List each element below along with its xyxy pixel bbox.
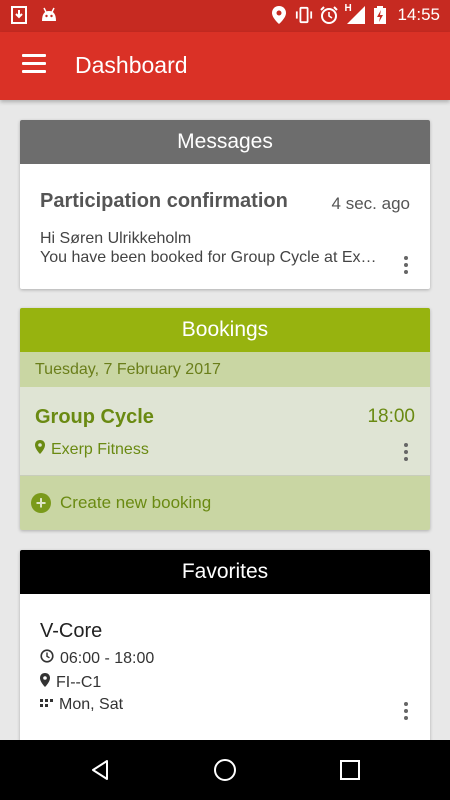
favorite-days: Mon, Sat — [40, 696, 123, 714]
favorites-card: Favorites V-Core 06:00 - 18:00 FI--C1 Mo… — [20, 550, 430, 740]
vibrate-icon — [295, 6, 313, 24]
page-title: Dashboard — [75, 52, 188, 78]
clock-icon — [40, 649, 54, 668]
booking-item[interactable]: Group Cycle 18:00 Exerp Fitness — [20, 387, 430, 476]
favorite-time: 06:00 - 18:00 — [40, 649, 154, 668]
message-title: Participation confirmation — [40, 190, 288, 212]
status-bar: H 14:55 — [0, 0, 450, 32]
booking-location-label: Exerp Fitness — [51, 440, 149, 458]
bookings-header: Bookings — [20, 308, 430, 352]
signal-icon: H — [344, 3, 367, 24]
android-icon — [40, 6, 58, 24]
messages-card: Messages Participation confirmation 4 se… — [20, 120, 430, 289]
booking-name: Group Cycle — [35, 406, 154, 428]
location-pin-icon — [270, 6, 288, 24]
download-icon — [10, 6, 28, 24]
favorite-name: V-Core — [40, 620, 103, 642]
favorite-item[interactable]: V-Core 06:00 - 18:00 FI--C1 Mon, Sat — [20, 594, 430, 740]
dashboard-content[interactable]: Messages Participation confirmation 4 se… — [0, 100, 450, 740]
booking-time: 18:00 — [367, 406, 415, 427]
bookings-card: Bookings Tuesday, 7 February 2017 Group … — [20, 308, 430, 530]
add-circle-icon: + — [31, 493, 51, 513]
booking-date: Tuesday, 7 February 2017 — [20, 352, 430, 387]
favorite-more-options-icon[interactable] — [396, 699, 416, 723]
favorites-header: Favorites — [20, 550, 430, 594]
back-icon[interactable] — [86, 756, 114, 784]
messages-header: Messages — [20, 120, 430, 164]
favorite-location-label: FI--C1 — [56, 673, 102, 691]
favorite-location: FI--C1 — [40, 673, 101, 692]
favorite-days-label: Mon, Sat — [59, 696, 124, 713]
message-time: 4 sec. ago — [331, 194, 410, 213]
calendar-grid-icon — [40, 696, 53, 714]
app-bar: Dashboard — [0, 32, 450, 100]
message-more-options-icon[interactable] — [396, 253, 416, 277]
home-icon[interactable] — [211, 756, 239, 784]
message-item[interactable]: Participation confirmation 4 sec. ago Hi… — [20, 164, 430, 289]
message-greeting: Hi Søren Ulrikkeholm — [40, 230, 192, 247]
alarm-icon — [320, 6, 339, 24]
location-pin-icon — [40, 673, 50, 692]
clock: 14:55 — [397, 5, 440, 24]
navigation-bar — [0, 740, 450, 800]
hamburger-menu-icon[interactable] — [22, 54, 48, 76]
create-new-booking-label: Create new booking — [60, 493, 212, 512]
create-new-booking-button[interactable]: + Create new booking — [20, 476, 430, 530]
booking-location: Exerp Fitness — [35, 440, 149, 459]
favorite-time-label: 06:00 - 18:00 — [60, 649, 155, 667]
recents-icon[interactable] — [336, 756, 364, 784]
message-text: You have been booked for Group Cycle at … — [40, 249, 380, 266]
location-pin-icon — [35, 440, 45, 459]
booking-more-options-icon[interactable] — [396, 440, 416, 464]
battery-charging-icon — [374, 6, 387, 24]
